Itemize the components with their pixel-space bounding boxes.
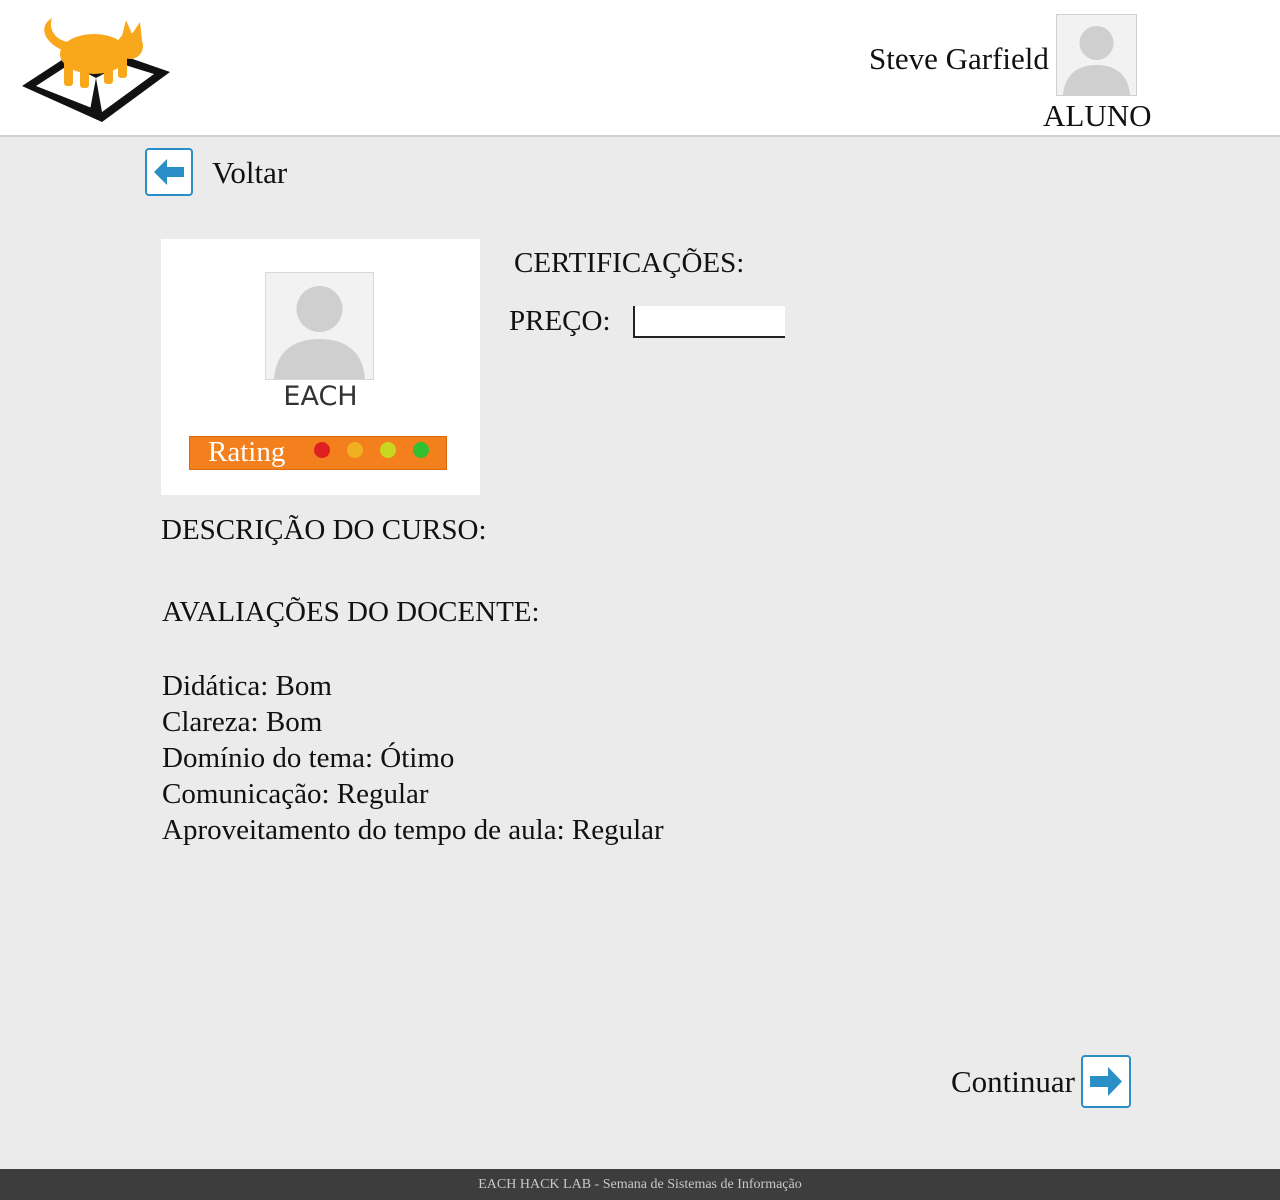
footer: EACH HACK LAB - Semana de Sistemas de In…	[0, 1169, 1280, 1200]
user-role: ALUNO	[1043, 98, 1152, 133]
arrow-left-icon[interactable]	[145, 148, 193, 196]
rating-bar: Rating	[189, 436, 447, 470]
course-card: EACH Rating	[161, 239, 480, 495]
rating-ok-face-icon[interactable]	[347, 442, 363, 458]
price-input[interactable]	[633, 306, 785, 338]
evaluation-item-comunicacao: Comunicação: Regular	[162, 778, 429, 810]
evaluation-item-dominio: Domínio do tema: Ótimo	[162, 742, 455, 774]
back-button[interactable]: Voltar	[145, 147, 305, 201]
evaluation-item-didatica: Didática: Bom	[162, 670, 332, 702]
continue-button[interactable]: Continuar	[950, 1055, 1133, 1110]
rating-bad-face-icon[interactable]	[314, 442, 330, 458]
evaluation-item-aproveitamento: Aproveitamento do tempo de aula: Regular	[162, 814, 664, 846]
rating-excellent-face-icon[interactable]	[413, 442, 429, 458]
footer-text: EACH HACK LAB - Semana de Sistemas de In…	[478, 1177, 802, 1192]
evaluations-title: AVALIAÇÕES DO DOCENTE:	[162, 596, 540, 628]
certifications-label: CERTIFICAÇÕES:	[514, 247, 745, 279]
course-description-label: DESCRIÇÃO DO CURSO:	[161, 514, 487, 546]
each-hack-lab-logo[interactable]	[18, 12, 174, 128]
rating-label: Rating	[208, 436, 286, 468]
price-label: PREÇO:	[509, 305, 611, 337]
evaluation-item-clareza: Clareza: Bom	[162, 706, 323, 738]
rating-good-face-icon[interactable]	[380, 442, 396, 458]
back-label[interactable]: Voltar	[212, 155, 287, 191]
top-header: Steve Garfield ALUNO	[0, 0, 1280, 137]
continue-label[interactable]: Continuar	[951, 1064, 1075, 1100]
arrow-right-icon[interactable]	[1081, 1055, 1131, 1108]
instructor-avatar	[265, 272, 374, 380]
evaluations-list: Didática: Bom Clareza: Bom Domínio do te…	[162, 668, 664, 848]
user-name: Steve Garfield	[869, 41, 1049, 76]
user-avatar[interactable]	[1056, 14, 1137, 96]
course-card-name: EACH	[283, 381, 358, 412]
